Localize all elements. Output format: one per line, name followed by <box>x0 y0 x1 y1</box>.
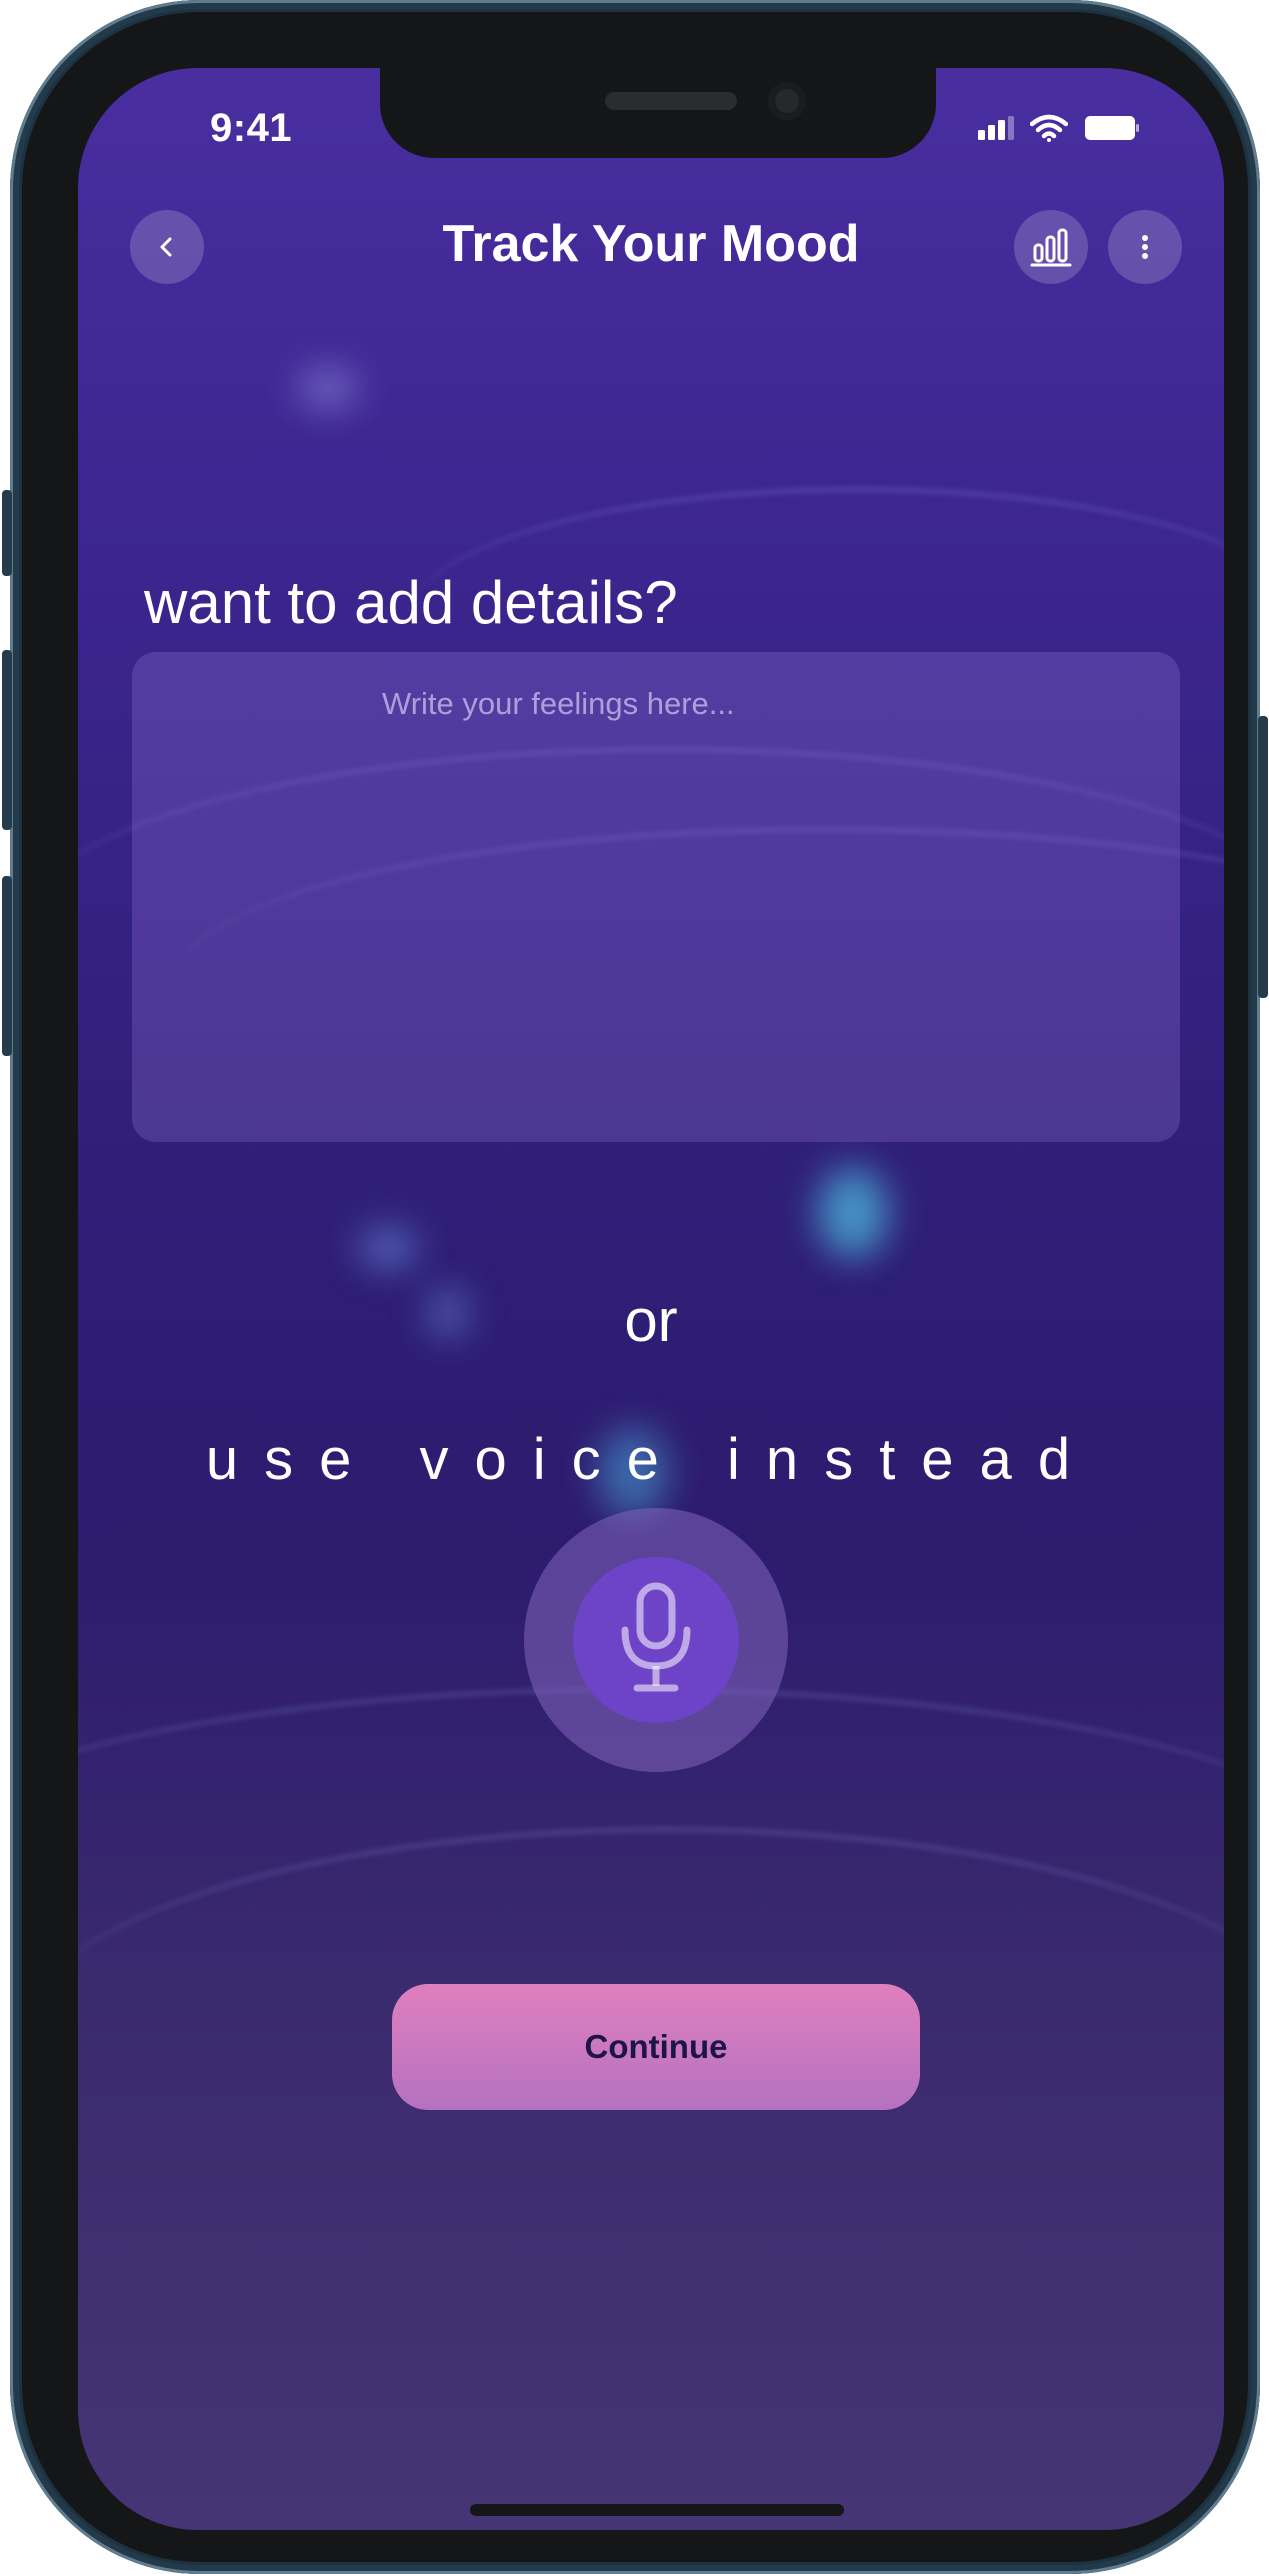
volume-down-button <box>2 876 12 1056</box>
home-indicator[interactable] <box>470 2504 844 2516</box>
volume-up-button <box>2 650 12 830</box>
battery-icon <box>1085 116 1139 140</box>
more-vertical-icon <box>1142 235 1148 259</box>
voice-record-button[interactable] <box>524 1508 788 1772</box>
voice-instead-label: use voice instead <box>205 1427 1097 1492</box>
feelings-textarea[interactable]: Write your feelings here... <box>132 652 1180 1142</box>
status-icons <box>978 114 1140 142</box>
stats-button[interactable] <box>1014 210 1088 284</box>
bg-glow <box>358 1228 418 1268</box>
notch <box>380 68 936 158</box>
cellular-signal-icon <box>978 116 1014 140</box>
silent-switch <box>2 490 12 576</box>
continue-button[interactable]: Continue <box>392 1984 920 2110</box>
microphone-icon <box>621 1582 691 1692</box>
status-time: 9:41 <box>210 106 293 150</box>
details-prompt: want to add details? <box>144 569 678 636</box>
speaker-grille <box>605 92 737 110</box>
wifi-icon <box>1030 114 1068 142</box>
bg-glow <box>818 1168 888 1258</box>
mic-button-core <box>573 1557 739 1723</box>
phone-bezel: 9:41 Track Your Mood want to add details… <box>22 12 1248 2562</box>
phone-frame: 9:41 Track Your Mood want to add details… <box>2 0 1268 2574</box>
more-options-button[interactable] <box>1108 210 1182 284</box>
bar-chart-icon <box>1030 228 1072 267</box>
front-camera <box>768 82 806 120</box>
textarea-placeholder: Write your feelings here... <box>382 686 735 721</box>
power-button <box>1258 716 1268 998</box>
app-screen: 9:41 Track Your Mood want to add details… <box>78 68 1224 2530</box>
or-divider: or <box>624 1287 678 1354</box>
bg-glow <box>298 368 358 408</box>
